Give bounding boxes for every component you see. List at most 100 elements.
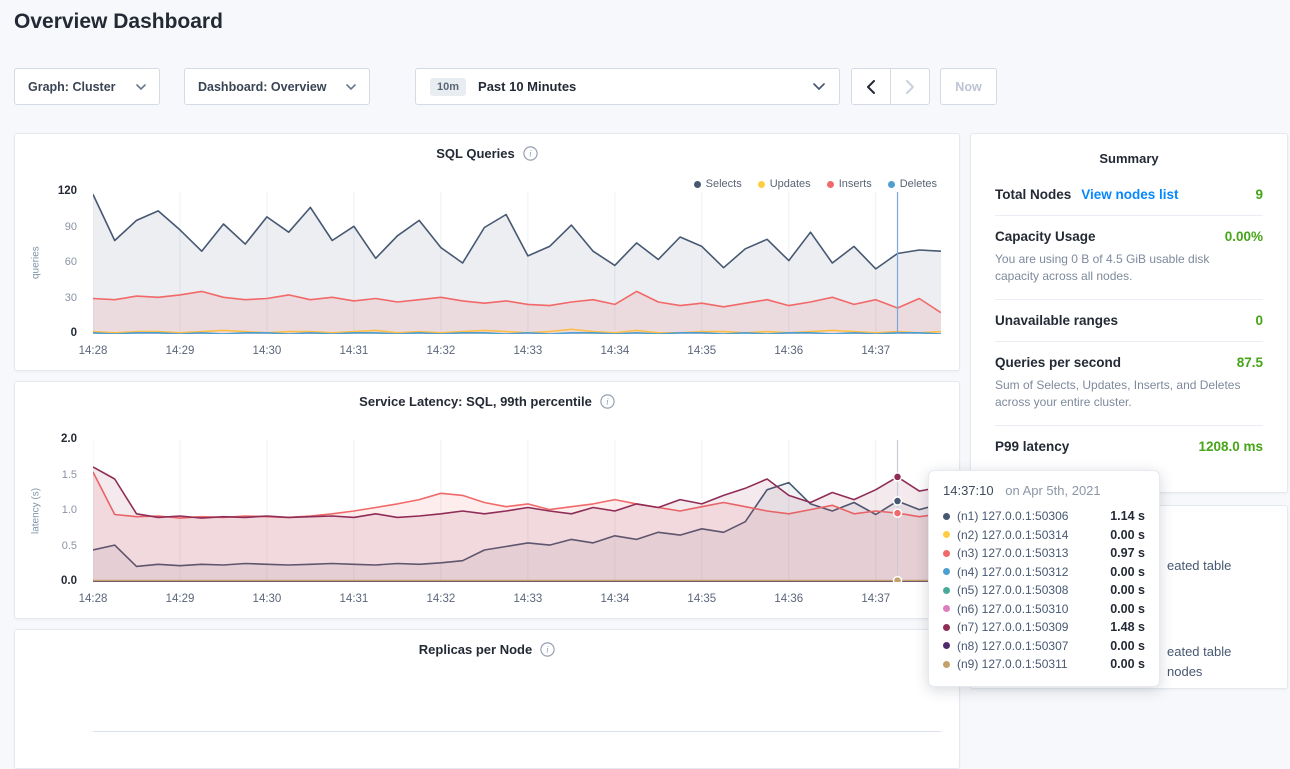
tooltip-row: (n8) 127.0.0.1:503070.00 s (943, 637, 1145, 656)
sql-queries-chart-card: SQL Queries i Selects Updates Inserts Delet… (14, 133, 960, 371)
event-text: eated table (1167, 642, 1231, 662)
chevron-down-icon (136, 84, 146, 90)
y-tick-label: 1.0 (62, 504, 77, 516)
summary-rows: Total Nodes View nodes list 9 Capacity Usag… (971, 174, 1287, 467)
plot-area[interactable] (93, 688, 941, 732)
info-icon[interactable]: i (540, 642, 555, 657)
summary-label: Queries per second (995, 355, 1121, 370)
chart-title: SQL Queries (436, 146, 515, 161)
time-now-label: Now (955, 80, 981, 94)
summary-row: Total Nodes View nodes list 9 (995, 174, 1263, 215)
summary-value: 0 (1255, 313, 1263, 328)
plot-area[interactable] (93, 440, 941, 582)
dashboard-dropdown-label: Dashboard: Overview (198, 80, 327, 94)
summary-panel: Summary Total Nodes View nodes list 9 Capac… (970, 133, 1288, 493)
tooltip-rows: (n1) 127.0.0.1:503061.14 s(n2) 127.0.0.1… (943, 507, 1145, 674)
summary-value: 0.00% (1225, 229, 1263, 244)
y-tick-label: 60 (65, 256, 77, 268)
summary-title: Summary (971, 134, 1287, 174)
series-dot-icon (943, 513, 950, 520)
plot-area[interactable] (93, 192, 941, 334)
x-tick-label: 14:31 (332, 345, 376, 357)
legend-item[interactable]: Selects (694, 178, 742, 190)
tooltip-row: (n4) 127.0.0.1:503120.00 s (943, 563, 1145, 582)
info-icon[interactable]: i (600, 394, 615, 409)
x-axis-labels (93, 743, 941, 759)
tooltip-row: (n3) 127.0.0.1:503130.97 s (943, 544, 1145, 563)
x-axis-labels: 14:2814:2914:3014:3114:3214:3314:3414:35… (93, 593, 941, 609)
time-now-button[interactable]: Now (940, 68, 997, 105)
tooltip-node-label: (n7) 127.0.0.1:50309 (957, 620, 1068, 634)
tooltip-node-value: 0.00 s (1110, 602, 1145, 616)
y-axis-labels: 0306090120 (15, 192, 87, 334)
x-tick-label: 14:35 (680, 593, 724, 605)
summary-description: You are using 0 B of 4.5 GiB usable disk… (995, 251, 1263, 286)
svg-text:i: i (606, 398, 609, 408)
x-tick-label: 14:32 (419, 345, 463, 357)
y-axis-labels (15, 688, 87, 732)
legend-label: Deletes (900, 178, 937, 190)
tooltip-node-label: (n6) 127.0.0.1:50310 (957, 602, 1068, 616)
series-dot-icon (943, 605, 950, 612)
crosshair-dot (894, 497, 902, 505)
time-range-picker[interactable]: 10m Past 10 Minutes (415, 68, 840, 105)
tooltip-date (998, 483, 1002, 498)
series-dot-icon (943, 624, 950, 631)
x-tick-label: 14:33 (506, 345, 550, 357)
time-prev-button[interactable] (851, 68, 891, 105)
x-tick-label: 14:29 (158, 593, 202, 605)
replicas-per-node-chart-card: Replicas per Node i (14, 629, 960, 769)
y-tick-label: 90 (65, 221, 77, 233)
summary-row: P99 latency1208.0 ms (995, 425, 1263, 467)
series-dot-icon (943, 642, 950, 649)
y-tick-label: 120 (58, 185, 77, 197)
time-next-button[interactable] (890, 68, 930, 105)
chart-canvas[interactable] (93, 192, 941, 334)
chart-title: Replicas per Node (419, 642, 532, 657)
summary-label: Total Nodes (995, 187, 1071, 202)
tooltip-time: 14:37:10 (943, 483, 994, 498)
x-tick-label: 14:29 (158, 345, 202, 357)
x-tick-label: 14:34 (593, 345, 637, 357)
y-tick-label: 2.0 (61, 433, 77, 445)
summary-row: Unavailable ranges0 (995, 299, 1263, 341)
tooltip-node-value: 0.00 s (1110, 657, 1145, 671)
chevron-left-icon (867, 80, 875, 94)
series-dot-icon (888, 181, 895, 188)
x-tick-label: 14:30 (245, 593, 289, 605)
chart-legend: Selects Updates Inserts Deletes (694, 178, 937, 190)
summary-value: 87.5 (1237, 355, 1263, 370)
summary-row-top: Queries per second 87.5 (995, 355, 1263, 370)
chevron-down-icon (346, 84, 356, 90)
event-text: eated table (1167, 556, 1231, 576)
legend-item[interactable]: Updates (758, 178, 811, 190)
summary-label: P99 latency (995, 439, 1069, 454)
legend-item[interactable]: Deletes (888, 178, 937, 190)
tooltip-node-value: 1.14 s (1110, 509, 1145, 523)
legend-label: Selects (706, 178, 742, 190)
x-tick-label: 14:34 (593, 593, 637, 605)
summary-value: 9 (1255, 187, 1263, 202)
graph-dropdown[interactable]: Graph: Cluster (14, 68, 160, 105)
view-nodes-list-link[interactable]: View nodes list (1081, 187, 1178, 202)
tooltip-node-label: (n3) 127.0.0.1:50313 (957, 546, 1068, 560)
summary-row: Capacity Usage 0.00% You are using 0 B of … (995, 215, 1263, 299)
chart-canvas[interactable] (93, 688, 941, 732)
chart-header: Service Latency: SQL, 99th percentile i (15, 394, 959, 409)
x-tick-label: 14:36 (767, 593, 811, 605)
x-axis-labels: 14:2814:2914:3014:3114:3214:3314:3414:35… (93, 345, 941, 361)
tooltip-node-value: 0.00 s (1110, 528, 1145, 542)
tooltip-row: (n5) 127.0.0.1:503080.00 s (943, 581, 1145, 600)
tooltip-row: (n9) 127.0.0.1:503110.00 s (943, 655, 1145, 674)
info-icon[interactable]: i (523, 146, 538, 161)
y-tick-label: 0.0 (61, 575, 77, 587)
crosshair-dot (894, 473, 902, 481)
summary-row-top: Capacity Usage 0.00% (995, 229, 1263, 244)
legend-item[interactable]: Inserts (827, 178, 872, 190)
event-subtext: nodes (1167, 662, 1231, 682)
summary-label: Capacity Usage (995, 229, 1096, 244)
dashboard-dropdown[interactable]: Dashboard: Overview (184, 68, 370, 105)
tooltip-row: (n1) 127.0.0.1:503061.14 s (943, 507, 1145, 526)
chart-canvas[interactable] (93, 440, 941, 582)
x-tick-label: 14:37 (854, 593, 898, 605)
